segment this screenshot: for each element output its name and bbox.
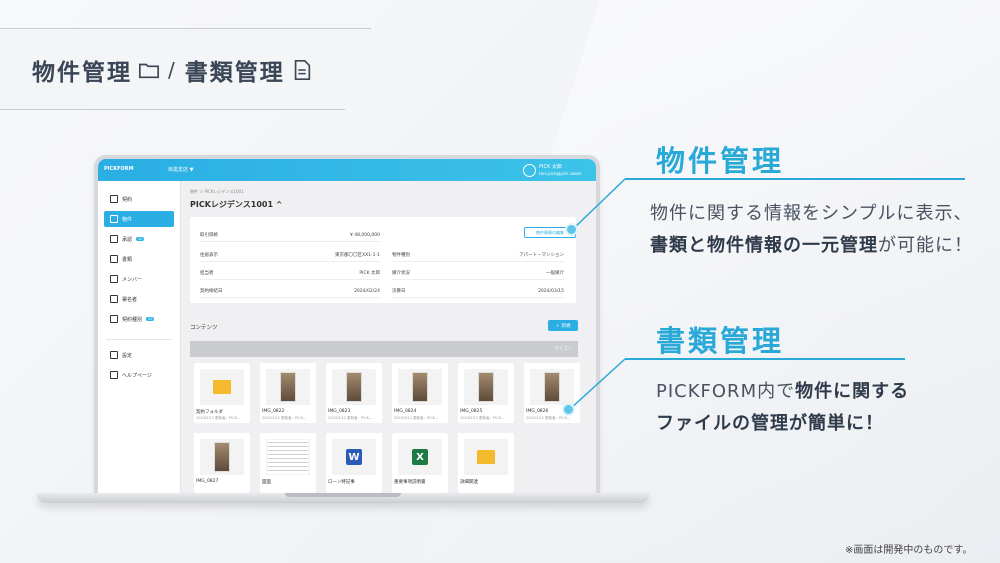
document-desc-strong: 物件に関する — [795, 381, 910, 402]
footnote: ※画面は開発中のものです。 — [845, 545, 973, 556]
property-desc-strong: 書類と物件情報の一元管理 — [650, 235, 878, 256]
document-desc-pre: PICKFORM内で — [656, 381, 796, 402]
callout-underline — [625, 358, 905, 360]
property-desc-rest: が可能に！ — [878, 235, 973, 256]
document-desc-line2: ファイルの管理が簡単に！ — [656, 409, 884, 435]
callout-underline — [625, 178, 965, 180]
document-desc-strong2: ファイルの管理が簡単に！ — [656, 413, 884, 434]
property-desc-line1: 物件に関する情報をシンプルに表示、 — [650, 203, 973, 224]
property-desc-line2: 書類と物件情報の一元管理が可能に！ — [650, 231, 973, 257]
property-management-title: 物件管理 — [656, 144, 785, 178]
document-management-title: 書類管理 — [656, 324, 785, 358]
document-desc-line1: PICKFORM内で物件に関する — [656, 377, 909, 403]
callout-connectors — [569, 178, 626, 410]
callout-dot — [562, 403, 575, 416]
callout-dot — [565, 223, 578, 236]
